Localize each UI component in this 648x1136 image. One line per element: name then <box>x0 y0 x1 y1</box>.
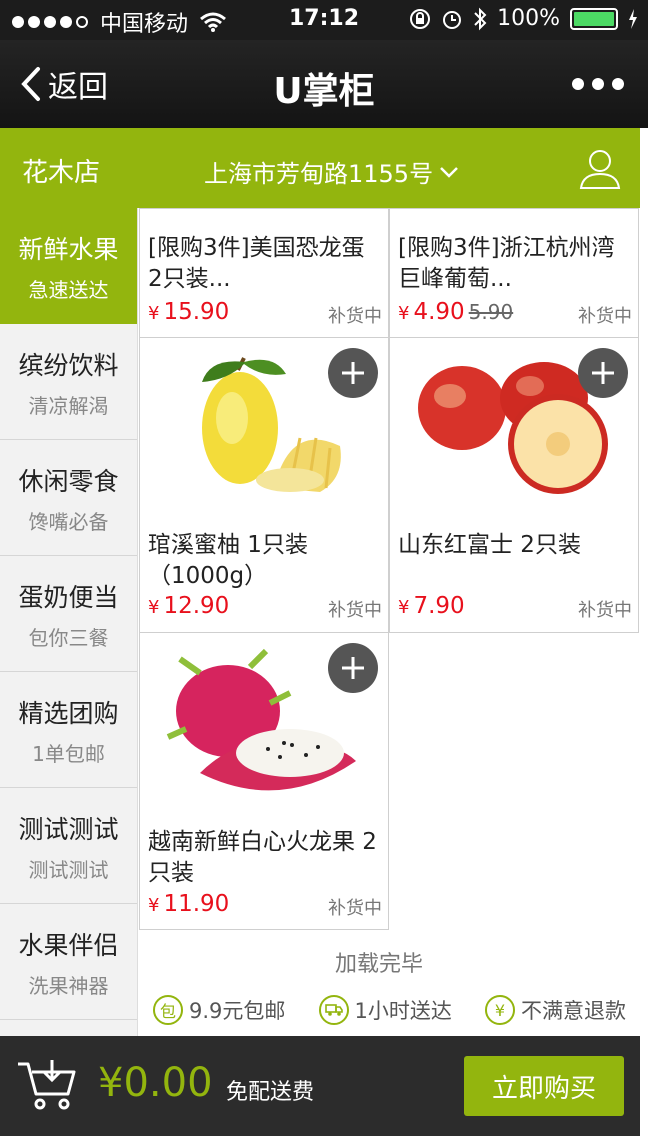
category-subtitle: 包你三餐 <box>28 626 109 650</box>
category-subtitle: 馋嘴必备 <box>28 510 109 534</box>
add-to-cart-button[interactable] <box>578 348 628 398</box>
category-name: 蛋奶便当 <box>18 583 119 612</box>
product-grid: [限购3件]美国恐龙蛋 2只装... ¥15.90 补货中 [限购3件]浙江杭州… <box>139 208 640 1036</box>
battery-icon <box>570 7 618 30</box>
sidebar-item-snacks[interactable]: 休闲零食 馋嘴必备 <box>0 440 137 556</box>
load-complete-text: 加载完毕 <box>334 952 423 977</box>
stock-status: 补货中 <box>578 600 632 621</box>
add-to-cart-button[interactable] <box>328 643 378 693</box>
chevron-down-icon <box>440 166 458 178</box>
guarantee-free-shipping: 包 9.9元包邮 <box>153 995 285 1025</box>
sidebar-item-fruit-companion[interactable]: 水果伴侣 洗果神器 <box>0 904 137 1020</box>
product-price: ¥15.90 <box>148 299 230 325</box>
more-options-icon[interactable] <box>572 78 624 90</box>
service-guarantees: 包 9.9元包邮 1小时送达 ¥ 不满意退款 <box>139 990 640 1030</box>
sidebar-item-test[interactable]: 测试测试 测试测试 <box>0 788 137 904</box>
category-name: 缤纷饮料 <box>18 351 119 380</box>
sidebar-item-group-buy[interactable]: 精选团购 1单包邮 <box>0 672 137 788</box>
category-subtitle: 测试测试 <box>28 858 109 882</box>
guarantee-fast-delivery: 1小时送达 <box>318 995 452 1025</box>
product-price: ¥12.90 <box>148 593 230 619</box>
sidebar-item-fresh-fruit[interactable]: 新鲜水果 急速送达 <box>0 208 137 324</box>
charging-icon <box>629 8 637 29</box>
category-name: 水果伴侣 <box>18 931 119 960</box>
stock-status: 补货中 <box>578 306 632 327</box>
store-name[interactable]: 花木店 <box>22 152 100 189</box>
address-selector[interactable]: 上海市芳甸路1155号 <box>204 154 459 189</box>
category-name: 测试测试 <box>18 815 119 844</box>
category-sidebar: 新鲜水果 急速送达 缤纷饮料 清凉解渴 休闲零食 馋嘴必备 蛋奶便当 包你三餐 … <box>0 208 138 1036</box>
product-card[interactable]: 琯溪蜜柚 1只装（1000g） ¥12.90 补货中 <box>139 337 389 633</box>
page-title: U掌柜 <box>273 71 375 112</box>
user-profile-icon[interactable] <box>578 146 622 194</box>
product-name: 琯溪蜜柚 1只装（1000g） <box>148 532 308 589</box>
plus-icon <box>342 657 364 679</box>
category-name: 精选团购 <box>18 699 119 728</box>
package-icon: 包 <box>153 995 183 1025</box>
stock-status: 补货中 <box>328 306 382 327</box>
plus-icon <box>592 362 614 384</box>
nav-bar: 返回 U掌柜 <box>0 40 648 128</box>
product-card[interactable]: 越南新鲜白心火龙果 2只装 ¥11.90 补货中 <box>139 632 389 930</box>
sidebar-item-drinks[interactable]: 缤纷饮料 清凉解渴 <box>0 324 137 440</box>
battery-percent: 100% <box>497 6 560 31</box>
category-subtitle: 洗果神器 <box>28 974 109 998</box>
product-name: 山东红富士 2只装 <box>398 532 581 558</box>
yen-icon: ¥ <box>485 995 515 1025</box>
product-price: ¥7.90 <box>398 593 465 619</box>
add-to-cart-button[interactable] <box>328 348 378 398</box>
stock-status: 补货中 <box>328 898 382 919</box>
truck-icon <box>318 995 349 1025</box>
product-price: ¥4.90 5.90 <box>398 299 514 325</box>
category-subtitle: 1单包邮 <box>32 742 105 766</box>
category-name: 新鲜水果 <box>18 235 119 264</box>
free-shipping-label: 免配送费 <box>226 1080 315 1105</box>
product-price: ¥11.90 <box>148 891 230 917</box>
original-price: 5.90 <box>468 300 514 324</box>
product-name: [限购3件]浙江杭州湾巨峰葡萄... <box>398 235 615 292</box>
alarm-icon <box>443 10 462 29</box>
product-card[interactable]: [限购3件]美国恐龙蛋 2只装... ¥15.90 补货中 <box>139 208 389 338</box>
category-name: 休闲零食 <box>18 467 119 496</box>
category-subtitle: 急速送达 <box>28 278 109 302</box>
cart-bar: ¥0.00 免配送费 立即购买 <box>0 1036 640 1136</box>
product-name: [限购3件]美国恐龙蛋 2只装... <box>148 235 365 292</box>
plus-icon <box>342 362 364 384</box>
status-bar: 中国移动 17:12 100% <box>0 0 648 40</box>
category-subtitle: 清凉解渴 <box>28 394 109 418</box>
rotation-lock-icon <box>410 8 431 29</box>
cart-total: ¥0.00 <box>98 1060 213 1106</box>
product-card[interactable]: [限购3件]浙江杭州湾巨峰葡萄... ¥4.90 5.90 补货中 <box>389 208 639 338</box>
guarantee-refund: ¥ 不满意退款 <box>485 995 626 1025</box>
address-text: 上海市芳甸路1155号 <box>204 160 434 188</box>
product-card[interactable]: 山东红富士 2只装 ¥7.90 补货中 <box>389 337 639 633</box>
store-bar: 花木店 上海市芳甸路1155号 <box>0 128 640 208</box>
buy-now-button[interactable]: 立即购买 <box>464 1056 624 1116</box>
stock-status: 补货中 <box>328 600 382 621</box>
sidebar-item-eggs-milk-bento[interactable]: 蛋奶便当 包你三餐 <box>0 556 137 672</box>
product-name: 越南新鲜白心火龙果 2只装 <box>148 829 377 886</box>
bluetooth-icon <box>474 7 487 30</box>
shopping-cart-icon[interactable] <box>16 1058 78 1116</box>
